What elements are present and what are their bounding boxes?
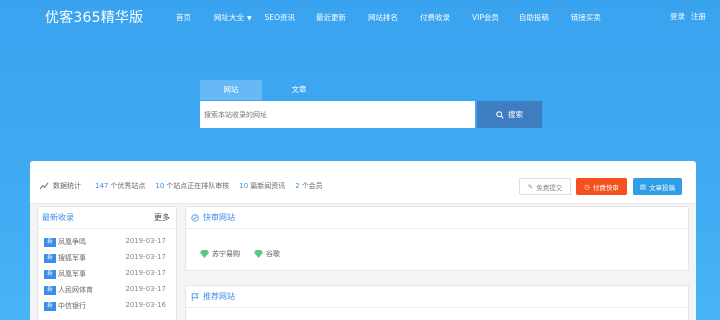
members-label: 个会员 — [301, 182, 323, 190]
recommended-card: 推荐网站 — [185, 285, 689, 320]
site-stats: 数据统计 147 个优秀站点 10 个站点正在排队审核 10 篇新闻资讯 2 个… — [40, 181, 331, 191]
site-date: 2019-03-16 — [125, 301, 166, 309]
site-name[interactable]: 人民网体育 — [58, 285, 93, 295]
search-input[interactable] — [200, 101, 475, 128]
pending-label: 个站点正在排队审核 — [166, 182, 230, 190]
latest-sites-box: 最新收录 更多 新 凤凰争鸣 2019-03-17 新 搜狐军事 2019-03… — [37, 206, 177, 320]
main-menu: 首页 网址大全 ▼ SEO资讯 最近更新 网站排名 付费收录 VIP会员 自助投稿… — [150, 0, 601, 34]
nav-item-links[interactable]: 链接买卖 — [571, 12, 601, 23]
content-panel: 数据统计 147 个优秀站点 10 个站点正在排队审核 10 篇新闻资讯 2 个… — [30, 161, 696, 320]
latest-title: 最新收录 — [42, 213, 74, 222]
nav-item-updates[interactable]: 最近更新 — [316, 12, 346, 23]
paid-review-button[interactable]: ◷ 付费快审 — [576, 178, 627, 195]
latest-header: 最新收录 更多 — [38, 207, 176, 229]
new-badge: 新 — [44, 302, 56, 311]
list-item[interactable]: 新 凤凰军事 2019-03-17 — [38, 267, 176, 283]
diamond-icon — [200, 250, 209, 258]
search-tabs: 网站 文章 — [200, 80, 330, 100]
quick-card-title: 快审网站 — [191, 212, 235, 223]
login-link[interactable]: 登录 — [670, 11, 685, 22]
free-submit-button[interactable]: ✎ 免费提交 — [519, 178, 571, 195]
list-item[interactable]: 新 搜狐军事 2019-03-17 — [38, 251, 176, 267]
pending-count: 10 — [155, 182, 165, 190]
nav-item-seo[interactable]: SEO资讯 — [265, 12, 295, 23]
sites-count: 147 — [95, 182, 109, 190]
quick-card-header: 快审网站 — [186, 207, 688, 229]
new-badge: 新 — [44, 254, 56, 263]
nav-item-directory[interactable]: 网址大全 ▼ — [214, 12, 252, 23]
site-date: 2019-03-17 — [125, 269, 166, 277]
site-logo[interactable]: 优客365精华版 — [45, 7, 143, 27]
site-name[interactable]: 搜狐军事 — [58, 253, 86, 263]
article-post-button[interactable]: ▤ 文章投稿 — [633, 178, 682, 195]
site-name[interactable]: 凤凰军事 — [58, 269, 86, 279]
top-navbar: 优客365精华版 首页 网址大全 ▼ SEO资讯 最近更新 网站排名 付费收录 V… — [0, 0, 720, 34]
tab-website[interactable]: 网站 — [200, 80, 262, 100]
site-name[interactable]: 凤凰争鸣 — [58, 237, 86, 247]
document-icon: ▤ — [639, 182, 647, 191]
new-badge: 新 — [44, 286, 56, 295]
latest-list: 新 凤凰争鸣 2019-03-17 新 搜狐军事 2019-03-17 新 凤凰… — [38, 235, 176, 315]
quick-link[interactable]: 谷歌 — [254, 249, 280, 259]
stats-label: 数据统计 — [53, 182, 81, 190]
diamond-icon — [254, 250, 263, 258]
nav-item-submit[interactable]: 自助投稿 — [519, 12, 549, 23]
site-date: 2019-03-17 — [125, 237, 166, 245]
members-count: 2 — [295, 182, 300, 190]
quick-links: 苏宁易购 谷歌 — [200, 249, 280, 259]
nav-item-vip[interactable]: VIP会员 — [472, 12, 499, 23]
nav-item-rank[interactable]: 网站排名 — [368, 12, 398, 23]
recommended-card-title: 推荐网站 — [191, 291, 235, 302]
flag-icon — [191, 292, 199, 301]
recommended-card-header: 推荐网站 — [186, 286, 688, 308]
site-name[interactable]: 中信银行 — [58, 301, 86, 311]
site-date: 2019-03-17 — [125, 285, 166, 293]
new-badge: 新 — [44, 270, 56, 279]
search-button[interactable]: 搜索 — [477, 101, 542, 128]
quick-review-card: 快审网站 苏宁易购 谷歌 — [185, 206, 689, 271]
nav-item-home[interactable]: 首页 — [176, 12, 191, 23]
articles-label: 篇新闻资讯 — [250, 182, 286, 190]
pencil-icon: ✎ — [527, 182, 534, 191]
list-item[interactable]: 新 凤凰争鸣 2019-03-17 — [38, 235, 176, 251]
chart-icon — [40, 182, 49, 190]
auth-links: 登录 注册 — [670, 11, 706, 22]
list-item[interactable]: 新 中信银行 2019-03-16 — [38, 299, 176, 315]
check-circle-icon — [191, 213, 199, 222]
site-date: 2019-03-17 — [125, 253, 166, 261]
more-link[interactable]: 更多 — [154, 212, 170, 223]
nav-item-paid[interactable]: 付费收录 — [420, 12, 450, 23]
quick-link[interactable]: 苏宁易购 — [200, 249, 240, 259]
caret-down-icon: ▼ — [247, 14, 252, 22]
list-item[interactable]: 新 人民网体育 2019-03-17 — [38, 283, 176, 299]
clock-icon: ◷ — [584, 182, 590, 191]
tab-article[interactable]: 文章 — [268, 80, 330, 100]
register-link[interactable]: 注册 — [691, 11, 706, 22]
search-icon — [496, 110, 504, 119]
stats-bar: 数据统计 147 个优秀站点 10 个站点正在排队审核 10 篇新闻资讯 2 个… — [30, 161, 696, 204]
articles-count: 10 — [239, 182, 249, 190]
new-badge: 新 — [44, 238, 56, 247]
sites-label: 个优秀站点 — [110, 182, 146, 190]
